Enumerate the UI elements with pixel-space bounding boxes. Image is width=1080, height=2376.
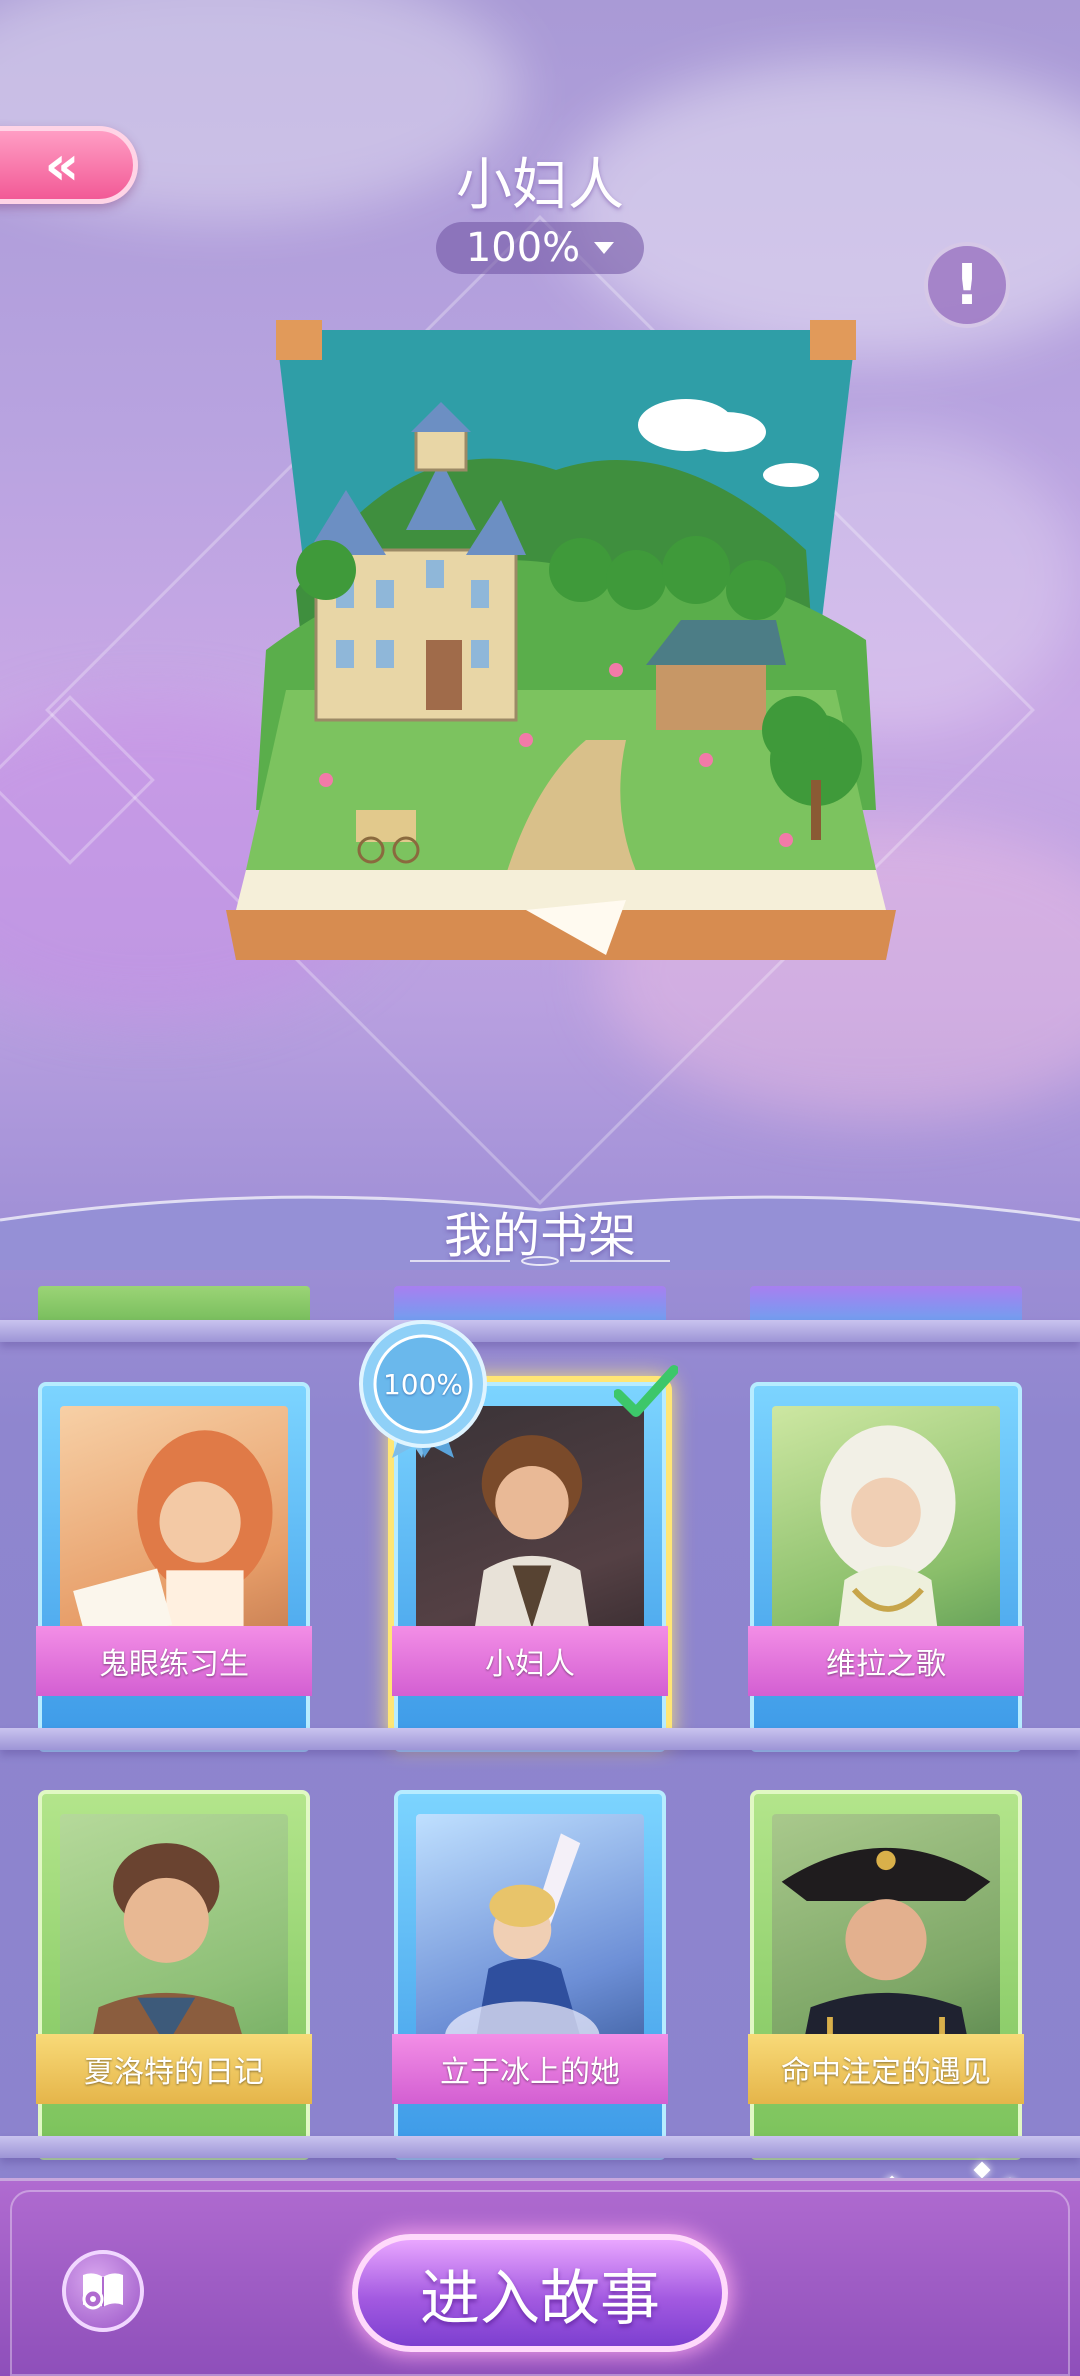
book-title: 命中注定的遇见 — [781, 2055, 991, 2090]
book-title-ribbon: 命中注定的遇见 — [748, 2034, 1024, 2104]
checkmark-icon — [614, 1365, 678, 1417]
library-settings-button[interactable] — [62, 2250, 144, 2332]
book-diorama-illustration — [226, 320, 896, 960]
book-card[interactable]: 夏洛特的日记 — [36, 1790, 312, 2160]
triangle-down-icon — [594, 242, 615, 254]
shelf-plank — [0, 2136, 1080, 2158]
book-title: 鬼眼练习生 — [99, 1647, 249, 1682]
enter-story-label: 进入故事 — [420, 2263, 660, 2334]
sparkle — [973, 2161, 991, 2179]
progress-dropdown[interactable]: 100% — [436, 222, 644, 274]
book-title-ribbon: 立于冰上的她 — [392, 2034, 668, 2104]
title-ornament — [410, 1256, 670, 1266]
progress-label: 100% — [465, 225, 581, 271]
book-card[interactable]: 立于冰上的她 — [392, 1790, 668, 2160]
book-card[interactable]: 维拉之歌 — [748, 1382, 1024, 1752]
shelf-plank — [0, 1728, 1080, 1750]
shelf-plank — [0, 1320, 1080, 1342]
book-title-ribbon: 小妇人 — [392, 1626, 668, 1696]
book-card[interactable]: 命中注定的遇见 — [748, 1790, 1024, 2160]
enter-story-button[interactable]: 进入故事 — [352, 2234, 728, 2352]
book-title: 立于冰上的她 — [440, 2055, 620, 2090]
book-title-ribbon: 维拉之歌 — [748, 1626, 1024, 1696]
completion-badge-label: 100% — [382, 1368, 464, 1401]
book-title: 小妇人 — [485, 1647, 575, 1682]
book-title: 夏洛特的日记 — [84, 2055, 264, 2090]
exclamation-icon: ! — [954, 252, 980, 318]
book-title-ribbon: 夏洛特的日记 — [36, 2034, 312, 2104]
info-button[interactable]: ! — [924, 242, 1010, 328]
page-title: 小妇人 — [456, 153, 624, 218]
book-card[interactable]: 鬼眼练习生 — [36, 1382, 312, 1752]
book-title: 维拉之歌 — [826, 1647, 946, 1682]
book-gear-icon — [82, 2273, 123, 2310]
book-title-ribbon: 鬼眼练习生 — [36, 1626, 312, 1696]
